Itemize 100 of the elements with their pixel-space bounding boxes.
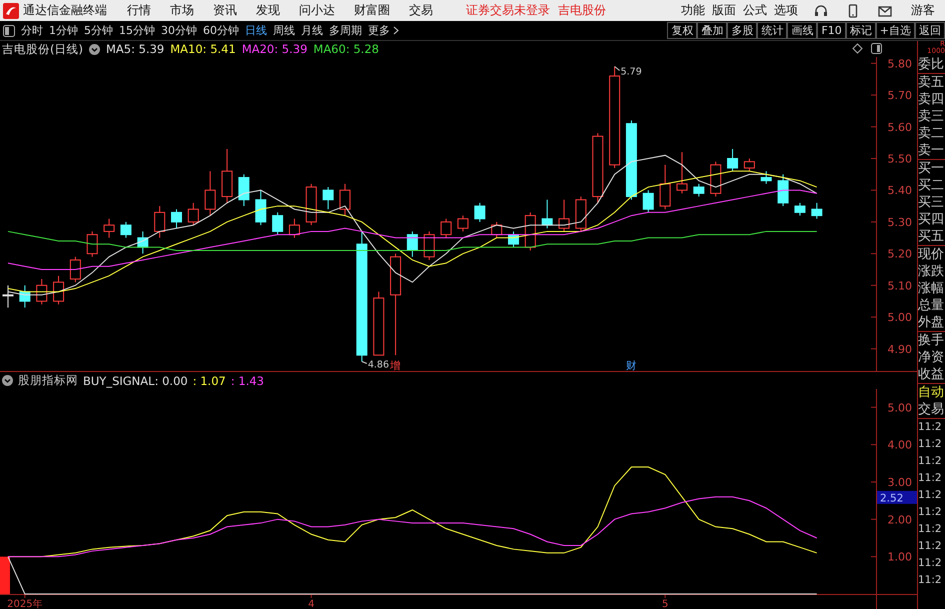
- panel-toggle-icon[interactable]: [871, 43, 882, 54]
- candlestick: [70, 256, 81, 283]
- phone-icon[interactable]: [846, 4, 860, 18]
- candlestick: [760, 170, 772, 184]
- auto-label[interactable]: 自动: [918, 384, 945, 401]
- app-title: 通达信金融终端: [23, 2, 107, 19]
- annotation: 5.79: [620, 66, 642, 78]
- menu-item[interactable]: 问小达: [299, 2, 335, 19]
- candlestick: [288, 218, 300, 238]
- axis-label: 5: [662, 599, 668, 609]
- quote-label: 净资: [918, 349, 945, 366]
- candlestick: [660, 164, 671, 210]
- toolbar-button[interactable]: 标记: [846, 22, 876, 39]
- period-tab[interactable]: 周线: [270, 23, 298, 38]
- period-tab[interactable]: 月线: [298, 23, 326, 38]
- period-tab[interactable]: 60分钟: [200, 23, 242, 38]
- indicator-reading: : 1.43: [230, 374, 264, 388]
- candlestick: [778, 174, 789, 207]
- event-marker: 财: [626, 360, 637, 371]
- chevron-down-icon[interactable]: [88, 44, 100, 54]
- period-tab[interactable]: 日线: [242, 23, 270, 38]
- toolbar-button[interactable]: 复权: [667, 22, 698, 39]
- quote-label: 买一: [918, 160, 945, 177]
- candlestick: [255, 190, 266, 226]
- menu-item[interactable]: 公式: [743, 2, 767, 19]
- candlestick: [120, 221, 132, 238]
- quote-label: 委比: [918, 56, 945, 73]
- trade-time: 11:2: [918, 522, 943, 537]
- trade-time: 11:2: [918, 573, 943, 588]
- annotation: 4.86: [368, 359, 390, 370]
- candlestick: [474, 202, 486, 222]
- indicator-title: 股朋指标网: [18, 373, 78, 388]
- menu-item[interactable]: 交易: [409, 2, 433, 19]
- axis-label: 5.50: [888, 152, 912, 166]
- headset-icon[interactable]: [814, 4, 828, 18]
- candlestick: [424, 230, 435, 260]
- chart-title: 吉电股份(日线): [2, 42, 83, 56]
- quote-label: 卖五: [918, 74, 945, 91]
- toolbar-button[interactable]: 返回: [915, 22, 945, 39]
- candlestick: [676, 152, 688, 194]
- chevron-down-icon[interactable]: [2, 375, 13, 386]
- period-tab[interactable]: 5分钟: [81, 23, 116, 38]
- event-marker: 增: [390, 360, 402, 371]
- candlestick: [171, 208, 182, 229]
- candlestick: [154, 206, 166, 238]
- axis-label: 5.00: [888, 401, 912, 414]
- login-status[interactable]: 证券交易未登录: [466, 2, 550, 19]
- toolbar-button[interactable]: 统计: [757, 22, 788, 39]
- mail-icon[interactable]: [878, 4, 892, 18]
- candlestick: [272, 212, 284, 236]
- candlestick: [744, 158, 755, 172]
- menu-item[interactable]: 财富圈: [354, 2, 390, 19]
- menu-item[interactable]: 资讯: [213, 2, 237, 19]
- trade-time: 11:2: [918, 471, 943, 486]
- menu-item[interactable]: 行情: [127, 2, 151, 19]
- user-label[interactable]: 游客: [911, 2, 935, 19]
- axis-label: 5.00: [888, 311, 912, 324]
- menu-item[interactable]: 发现: [256, 2, 280, 19]
- period-tab[interactable]: 分时: [18, 23, 46, 38]
- toolbar-button[interactable]: 画线: [787, 22, 818, 39]
- candlestick: [104, 218, 115, 238]
- panel-toggle-icon[interactable]: [3, 24, 15, 36]
- toolbar-button[interactable]: F10: [817, 22, 846, 39]
- ma-reading: MA10: 5.41: [170, 42, 236, 56]
- period-tab[interactable]: 多周期: [326, 23, 365, 38]
- menu-item[interactable]: 选项: [774, 2, 798, 19]
- axis-label: 4.90: [888, 342, 912, 356]
- quote-label: 卖四: [918, 91, 945, 108]
- candlestick: [558, 199, 570, 232]
- toolbar-button[interactable]: 叠加: [697, 22, 728, 39]
- candlestick: [188, 202, 199, 226]
- candlestick: [238, 174, 250, 207]
- quote-label: 卖二: [918, 125, 945, 142]
- period-tab[interactable]: 1分钟: [46, 23, 81, 38]
- toolbar-button[interactable]: 多股: [727, 22, 758, 39]
- quote-label: 买三: [918, 194, 945, 211]
- candlestick: [642, 190, 654, 213]
- axis-label: 5.80: [888, 57, 912, 70]
- candlestick: [693, 183, 704, 198]
- menu-item[interactable]: 功能: [681, 2, 705, 19]
- candlestick: [53, 275, 64, 305]
- axis-label: 5.40: [888, 184, 912, 198]
- candlestick: [794, 202, 806, 216]
- period-tab[interactable]: 15分钟: [116, 23, 158, 38]
- diamond-icon[interactable]: [852, 43, 863, 54]
- candlestick: [440, 218, 452, 238]
- axis-label: 5.60: [888, 120, 912, 134]
- period-tab[interactable]: 更多: [365, 23, 402, 38]
- quote-label: 收益: [918, 366, 945, 383]
- candlestick: [457, 215, 468, 232]
- period-tab[interactable]: 30分钟: [158, 23, 200, 38]
- quote-label: 换手: [918, 332, 945, 349]
- trade-time: 11:2: [918, 539, 943, 554]
- toolbar-button[interactable]: +自选: [876, 22, 915, 39]
- menu-item[interactable]: 版面: [712, 2, 736, 19]
- trade-time: 11:2: [918, 505, 943, 520]
- axis-label: 5.20: [888, 248, 912, 261]
- quote-label: 涨跌: [918, 263, 945, 280]
- axis-label: 1.00: [888, 550, 912, 564]
- menu-item[interactable]: 市场: [170, 2, 194, 19]
